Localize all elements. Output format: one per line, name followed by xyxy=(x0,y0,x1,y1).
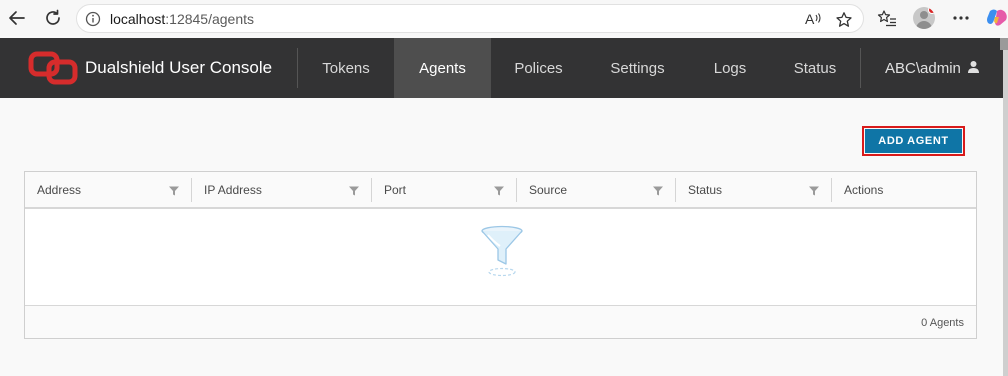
column-ip-address[interactable]: IP Address xyxy=(192,172,371,207)
profile-avatar[interactable] xyxy=(913,7,935,29)
column-label: Port xyxy=(384,183,407,197)
browser-toolbar: localhost:12845/agents A xyxy=(0,0,1008,36)
window-edge xyxy=(1003,38,1008,376)
read-aloud-icon[interactable]: A xyxy=(805,11,823,32)
column-actions: Actions xyxy=(832,172,976,207)
tab-tokens[interactable]: Tokens xyxy=(298,38,394,98)
tab-polices[interactable]: Polices xyxy=(491,38,586,98)
favorite-star-icon[interactable] xyxy=(835,11,853,34)
tab-logs[interactable]: Logs xyxy=(689,38,771,98)
user-name: ABC\admin xyxy=(885,59,961,77)
address-bar[interactable]: localhost:12845/agents A xyxy=(76,4,864,33)
grid-footer: 0 Agents xyxy=(25,305,976,338)
tab-agents[interactable]: Agents xyxy=(394,38,491,98)
tab-settings[interactable]: Settings xyxy=(586,38,689,98)
column-label: Address xyxy=(37,183,82,197)
app-header: Dualshield User Console Tokens Agents Po… xyxy=(0,38,1008,98)
column-label: IP Address xyxy=(204,183,262,197)
column-label: Actions xyxy=(844,183,884,197)
column-status[interactable]: Status xyxy=(676,172,831,207)
favorites-list-icon[interactable] xyxy=(876,7,898,29)
back-arrow-icon[interactable] xyxy=(6,7,28,29)
column-source[interactable]: Source xyxy=(517,172,675,207)
copilot-icon[interactable] xyxy=(986,7,1008,29)
column-label: Source xyxy=(529,183,568,197)
app-title: Dualshield User Console xyxy=(85,58,273,77)
dualshield-logo-icon xyxy=(28,51,78,85)
window-edge-top xyxy=(1000,38,1008,50)
filter-icon[interactable] xyxy=(494,185,504,199)
column-port[interactable]: Port xyxy=(372,172,516,207)
add-agent-button[interactable]: ADD AGENT xyxy=(862,126,965,156)
tab-status[interactable]: Status xyxy=(771,38,859,98)
grid-header: Address IP Address Port Source Status Ac… xyxy=(25,172,976,209)
avatar-head xyxy=(920,11,928,19)
reload-icon[interactable] xyxy=(42,7,64,29)
svg-text:A: A xyxy=(805,11,815,27)
column-label: Status xyxy=(688,183,723,197)
url-path: :12845/agents xyxy=(165,11,255,27)
user-icon xyxy=(967,60,980,77)
notification-dot xyxy=(928,7,935,14)
avatar-shoulders xyxy=(916,21,932,29)
header-separator xyxy=(860,48,861,88)
info-icon[interactable] xyxy=(85,11,101,32)
column-address[interactable]: Address xyxy=(25,172,191,207)
filter-icon[interactable] xyxy=(349,185,359,199)
agent-count: 0 Agents xyxy=(921,317,964,329)
add-agent-label: ADD AGENT xyxy=(865,129,962,153)
url-text: localhost:12845/agents xyxy=(110,11,254,27)
user-menu[interactable]: ABC\admin xyxy=(885,38,980,98)
filter-icon[interactable] xyxy=(169,185,179,199)
empty-filter-placeholder-icon xyxy=(481,225,523,277)
filter-icon[interactable] xyxy=(653,185,663,199)
filter-icon[interactable] xyxy=(809,185,819,199)
agents-grid: Address IP Address Port Source Status Ac… xyxy=(24,171,977,339)
url-host: localhost xyxy=(110,11,166,27)
more-menu-icon[interactable] xyxy=(950,7,972,29)
